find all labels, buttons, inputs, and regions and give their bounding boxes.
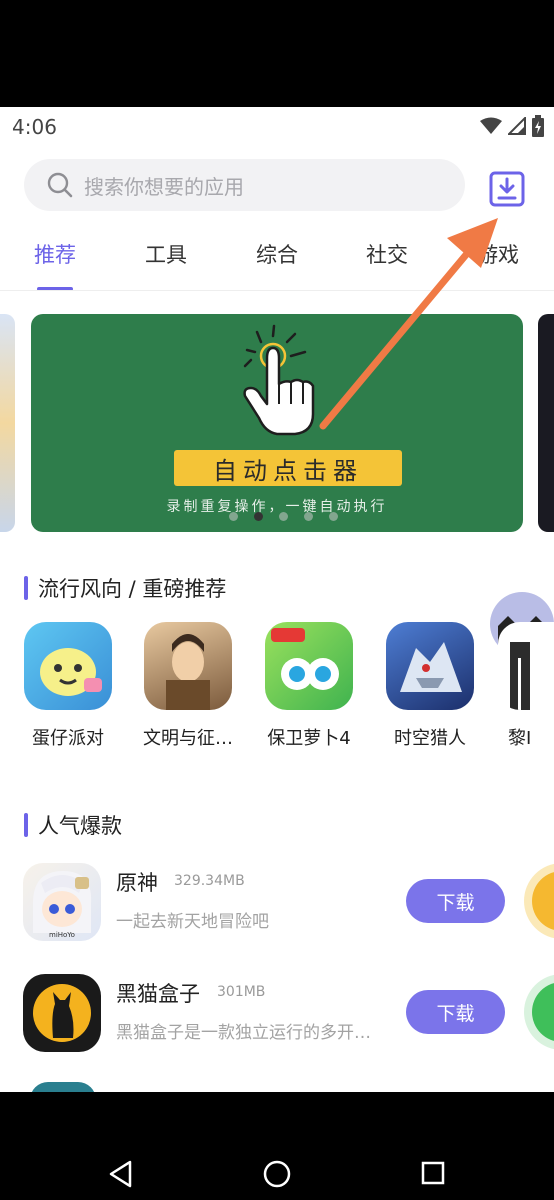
app-size: 301MB xyxy=(217,984,266,1000)
home-icon[interactable] xyxy=(263,1160,291,1188)
banner-dot xyxy=(279,512,288,521)
app-size: 329.34MB xyxy=(174,873,245,889)
app-name: 保卫萝卜4 xyxy=(267,728,351,749)
app-tile-partial[interactable]: 黎I xyxy=(490,592,554,750)
app-name: 文明与征… xyxy=(143,728,233,749)
side-peek-icon xyxy=(532,871,554,931)
carrot-fantasy-icon xyxy=(271,628,339,690)
app-tile-civilization[interactable]: 文明与征… xyxy=(138,622,238,750)
tab-games[interactable]: 游戏 xyxy=(477,239,519,269)
banner-next-peek[interactable] xyxy=(538,314,554,532)
partial-app-icon xyxy=(510,642,530,710)
section-trending: 流行风向 / 重磅推荐 xyxy=(24,573,226,603)
trending-app-row: 蛋仔派对 文明与征… 保卫萝卜4 时空猎人 黎I xyxy=(0,592,554,762)
app-icon-clipped xyxy=(498,622,554,710)
app-icon xyxy=(386,622,474,710)
battery-icon xyxy=(532,115,544,137)
section-accent-bar xyxy=(24,576,28,600)
tap-hand-icon xyxy=(243,324,315,436)
app-icon xyxy=(23,974,101,1052)
tab-tools[interactable]: 工具 xyxy=(145,239,187,269)
tab-general[interactable]: 综合 xyxy=(256,239,298,269)
banner-dot xyxy=(229,512,238,521)
search-placeholder: 搜索你想要的应用 xyxy=(84,174,244,199)
recents-icon[interactable] xyxy=(421,1161,445,1185)
tab-social[interactable]: 社交 xyxy=(366,239,408,269)
back-icon[interactable] xyxy=(108,1160,134,1188)
download-button[interactable]: 下载 xyxy=(406,879,505,923)
app-name: 黎I xyxy=(508,728,532,749)
download-manager-icon[interactable] xyxy=(489,171,525,207)
banner-pagination xyxy=(229,512,338,521)
list-item-next-peek xyxy=(30,1082,96,1092)
banner-dot xyxy=(304,512,313,521)
app-title: 黑猫盒子 xyxy=(116,982,200,1006)
signal-icon xyxy=(508,117,526,135)
section-title: 人气爆款 xyxy=(38,814,122,838)
banner-auto-clicker[interactable]: 自动点击器 录制重复操作，一键自动执行 xyxy=(31,314,523,532)
wifi-icon xyxy=(480,117,502,134)
banner-dot-active xyxy=(254,512,263,521)
app-screen: 4:06 搜索你想要的应用 推荐 工具 综合 社交 游戏 自动点击器 录制重复操… xyxy=(0,107,554,1092)
status-time: 4:06 xyxy=(12,115,57,139)
civilization-icon xyxy=(166,634,210,710)
app-name: 蛋仔派对 xyxy=(32,728,104,749)
banner-prev-peek[interactable] xyxy=(0,314,15,532)
banner-title-box: 自动点击器 xyxy=(174,450,402,486)
app-icon xyxy=(144,622,232,710)
genshin-icon: miHoYo xyxy=(33,871,92,939)
side-peek-icon xyxy=(532,982,554,1042)
category-tabs: 推荐 工具 综合 社交 游戏 xyxy=(0,233,554,293)
banner-dot xyxy=(329,512,338,521)
time-hunter-icon xyxy=(400,642,462,692)
system-nav-bar xyxy=(0,1092,554,1200)
tabs-divider xyxy=(0,290,554,291)
search-icon xyxy=(47,172,73,198)
tab-recommend[interactable]: 推荐 xyxy=(34,239,76,269)
app-description: 一起去新天地冒险吧 xyxy=(116,912,269,932)
status-bar: 4:06 xyxy=(0,107,554,147)
download-button[interactable]: 下载 xyxy=(406,990,505,1034)
section-accent-bar xyxy=(24,813,28,837)
app-icon xyxy=(265,622,353,710)
app-title: 原神 xyxy=(116,871,158,895)
app-name: 时空猎人 xyxy=(394,728,466,749)
list-item-black-cat-box[interactable]: 黑猫盒子 301MB 黑猫盒子是一款独立运行的多开… 下载 xyxy=(0,974,554,1074)
section-title: 流行风向 / 重磅推荐 xyxy=(38,577,227,601)
section-popular: 人气爆款 xyxy=(24,810,122,840)
search-bar[interactable]: 搜索你想要的应用 xyxy=(24,159,465,211)
app-tile-eggy-party[interactable]: 蛋仔派对 xyxy=(18,622,118,750)
svg-text:miHoYo: miHoYo xyxy=(49,931,75,939)
black-cat-box-icon xyxy=(33,984,91,1042)
status-icons xyxy=(480,115,544,137)
eggy-party-icon xyxy=(40,648,102,696)
banner-title: 自动点击器 xyxy=(213,456,363,485)
app-icon xyxy=(24,622,112,710)
app-tile-time-hunter[interactable]: 时空猎人 xyxy=(380,622,480,750)
list-item-genshin[interactable]: miHoYo 原神 329.34MB 一起去新天地冒险吧 下载 xyxy=(0,863,554,963)
app-icon: miHoYo xyxy=(23,863,101,941)
app-description: 黑猫盒子是一款独立运行的多开… xyxy=(116,1023,371,1043)
app-tile-carrot-fantasy[interactable]: 保卫萝卜4 xyxy=(259,622,359,750)
